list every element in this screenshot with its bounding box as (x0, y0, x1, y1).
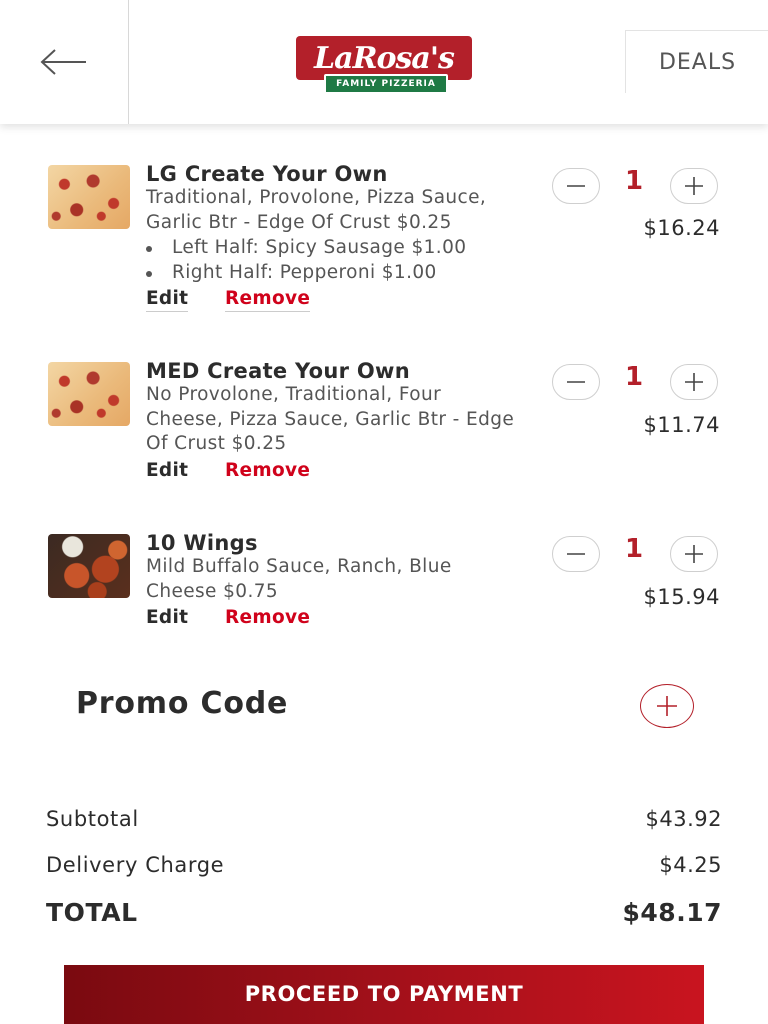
item-price: $15.94 (643, 585, 720, 609)
increase-quantity-button[interactable] (670, 168, 718, 204)
plus-icon (685, 177, 703, 195)
item-description: No Provolone, Traditional, Four Cheese, … (146, 384, 515, 454)
minus-icon (567, 185, 585, 187)
remove-button[interactable]: Remove (225, 288, 311, 312)
larosas-logo[interactable]: LaRosa's FAMILY PIZZERIA (296, 36, 472, 94)
item-name: MED Create Your Own (146, 359, 410, 383)
minus-icon (567, 381, 585, 383)
minus-icon (567, 553, 585, 555)
logo-tagline: FAMILY PIZZERIA (324, 74, 448, 94)
total-value: $48.17 (622, 898, 722, 927)
option-item: Left Half: Spicy Sausage $1.00 (146, 236, 466, 261)
decrease-quantity-button[interactable] (552, 168, 600, 204)
back-button[interactable] (0, 0, 129, 124)
remove-button[interactable]: Remove (225, 607, 310, 628)
proceed-to-payment-button[interactable]: PROCEED TO PAYMENT (64, 965, 704, 1024)
quantity-value: 1 (624, 166, 644, 196)
item-description: Mild Buffalo Sauce, Ranch, Blue Cheese $… (146, 556, 452, 602)
quantity-value: 1 (624, 534, 644, 564)
item-name: LG Create Your Own (146, 162, 388, 186)
pizza-thumbnail (48, 165, 130, 229)
app-header: LaRosa's FAMILY PIZZERIA DEALS (0, 0, 768, 124)
increase-quantity-button[interactable] (670, 536, 718, 572)
decrease-quantity-button[interactable] (552, 536, 600, 572)
plus-icon (685, 545, 703, 563)
plus-icon (685, 373, 703, 391)
edit-button[interactable]: Edit (146, 607, 188, 628)
decrease-quantity-button[interactable] (552, 364, 600, 400)
total-label: TOTAL (46, 898, 138, 927)
edit-button[interactable]: Edit (146, 460, 188, 481)
item-description: Traditional, Provolone, Pizza Sauce, Gar… (146, 187, 487, 233)
item-price: $16.24 (643, 216, 720, 240)
deals-button[interactable]: DEALS (625, 30, 768, 93)
wings-thumbnail (48, 534, 130, 598)
option-item: Right Half: Pepperoni $1.00 (146, 261, 466, 286)
pizza-thumbnail (48, 362, 130, 426)
delivery-charge-value: $4.25 (659, 853, 722, 877)
promo-code-label: Promo Code (76, 686, 289, 721)
remove-button[interactable]: Remove (225, 460, 310, 481)
quantity-value: 1 (624, 362, 644, 392)
item-price: $11.74 (643, 413, 720, 437)
add-promo-code-button[interactable] (640, 684, 694, 728)
plus-icon (657, 696, 677, 716)
subtotal-value: $43.92 (645, 807, 722, 831)
edit-button[interactable]: Edit (146, 288, 189, 312)
item-name: 10 Wings (146, 531, 258, 555)
item-options-list: Left Half: Spicy Sausage $1.00 Right Hal… (146, 236, 466, 285)
arrow-left-icon (40, 49, 86, 75)
subtotal-label: Subtotal (46, 807, 139, 831)
increase-quantity-button[interactable] (670, 364, 718, 400)
delivery-charge-label: Delivery Charge (46, 853, 225, 877)
